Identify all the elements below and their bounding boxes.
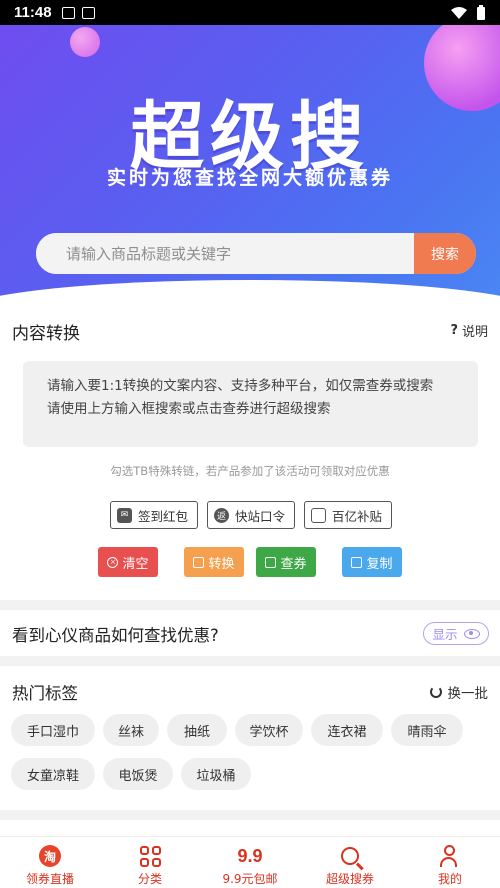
category-icon xyxy=(139,845,161,867)
coupon-icon xyxy=(265,556,277,568)
hero-banner: 超级搜 实时为您查找全网大额优惠券 搜索 xyxy=(0,25,500,305)
status-indicators xyxy=(450,4,486,21)
search-bar: 搜索 xyxy=(36,233,476,274)
copy-icon xyxy=(351,556,363,568)
nine-nine-icon: 9.9 xyxy=(237,845,263,866)
nav-label: 9.9元包邮 xyxy=(222,872,278,886)
button-label: 转换 xyxy=(208,556,235,572)
option-label: 百亿补贴 xyxy=(332,508,383,524)
subsidy-icon xyxy=(311,507,327,523)
convert-hint: 勾选TB特殊转链，若产品参加了该活动可领取对应优惠 xyxy=(110,464,390,478)
red-envelope-icon: ✉ xyxy=(117,507,132,523)
show-toggle[interactable]: 显示 xyxy=(423,622,489,645)
convert-icon xyxy=(193,556,205,568)
hot-tag[interactable]: 晴雨伞 xyxy=(391,714,463,746)
help-label: 说明 xyxy=(461,325,488,340)
profile-icon xyxy=(439,845,461,867)
content-convert-card: 内容转换 ? 说明 请输入要1:1转换的文案内容、支持多种平台，如仅需查券或搜索… xyxy=(0,305,500,600)
hot-tag[interactable]: 女童凉鞋 xyxy=(11,758,95,790)
hot-tag[interactable]: 丝袜 xyxy=(103,714,159,746)
hot-tag[interactable]: 抽纸 xyxy=(167,714,227,746)
battery-icon xyxy=(477,4,485,20)
nav-coupon-live[interactable]: 淘 领券直播 xyxy=(0,837,100,888)
convert-options: ✉ 签到红包 返 快站口令 百亿补贴 xyxy=(110,501,393,529)
copy-button[interactable]: 复制 xyxy=(342,547,402,577)
nav-label: 超级搜券 xyxy=(325,872,374,886)
action-buttons: × 清空 转换 查券 复制 xyxy=(98,547,402,577)
hot-tag[interactable]: 连衣裙 xyxy=(311,714,383,746)
app-screen: 11:48 超级搜 实时为您查找全网大额优惠券 搜索 内容转换 ? 说明 请输入… xyxy=(0,0,500,888)
app-notification-icon xyxy=(81,6,95,19)
option-fast-station[interactable]: 返 快站口令 xyxy=(207,501,296,529)
option-label: 签到红包 xyxy=(138,508,189,524)
question-icon: ? xyxy=(450,323,458,338)
button-label: 查券 xyxy=(280,556,307,572)
nav-nine-nine[interactable]: 9.9 9.9元包邮 xyxy=(200,837,300,888)
decor-bubble xyxy=(70,27,100,57)
hot-tag[interactable]: 学饮杯 xyxy=(235,714,303,746)
option-sign-in-envelope[interactable]: ✉ 签到红包 xyxy=(110,501,199,529)
refresh-tags-button[interactable]: 换一批 xyxy=(429,682,489,702)
refresh-label: 换一批 xyxy=(447,686,489,702)
convert-textarea[interactable]: 请输入要1:1转换的文案内容、支持多种平台，如仅需查券或搜索 请使用上方输入框搜… xyxy=(23,361,478,447)
nav-label: 分类 xyxy=(137,872,162,886)
nav-label: 领券直播 xyxy=(25,872,74,886)
nav-category[interactable]: 分类 xyxy=(100,837,200,888)
hero-wave xyxy=(0,280,500,305)
nav-profile[interactable]: 我的 xyxy=(400,837,500,888)
find-deals-title: 看到心仪商品如何查找优惠? xyxy=(12,626,219,645)
button-label: 清空 xyxy=(122,556,149,572)
hot-tags-card: 热门标签 换一批 手口湿巾 丝袜 抽纸 学饮杯 连衣裙 晴雨伞 女童凉鞋 电饭煲… xyxy=(0,666,500,810)
hot-tag[interactable]: 手口湿巾 xyxy=(11,714,95,746)
option-label: 快站口令 xyxy=(235,508,286,524)
bottom-nav: 淘 领券直播 分类 9.9 9.9元包邮 超级搜券 我的 xyxy=(0,836,500,888)
show-label: 显示 xyxy=(432,627,458,642)
hot-tag[interactable]: 垃圾桶 xyxy=(181,758,251,790)
help-link[interactable]: ? 说明 xyxy=(450,321,488,340)
hot-tag[interactable]: 电饭煲 xyxy=(103,758,173,790)
status-bar: 11:48 xyxy=(0,0,500,25)
section-title: 内容转换 xyxy=(12,324,80,344)
taobao-icon: 淘 xyxy=(39,845,61,867)
button-label: 复制 xyxy=(366,556,393,572)
search-icon xyxy=(341,847,359,865)
find-deals-card[interactable]: 看到心仪商品如何查找优惠? 显示 xyxy=(0,610,500,656)
check-coupon-button[interactable]: 查券 xyxy=(256,547,316,577)
clear-button[interactable]: × 清空 xyxy=(98,547,158,577)
convert-button[interactable]: 转换 xyxy=(184,547,244,577)
nav-label: 我的 xyxy=(437,872,462,886)
nav-super-search[interactable]: 超级搜券 xyxy=(300,837,400,888)
hot-tags-title: 热门标签 xyxy=(12,684,78,703)
hero-subtitle: 实时为您查找全网大额优惠券 xyxy=(106,167,393,189)
refresh-icon xyxy=(429,686,442,698)
eye-icon xyxy=(463,628,480,639)
bottom-spacer xyxy=(0,820,500,836)
search-input[interactable] xyxy=(36,233,414,274)
status-time: 11:48 xyxy=(14,4,52,21)
fast-station-icon: 返 xyxy=(214,507,230,523)
wifi-icon xyxy=(451,6,467,19)
gallery-notification-icon xyxy=(61,6,75,19)
search-button[interactable]: 搜索 xyxy=(414,233,476,274)
clear-icon: × xyxy=(107,556,119,568)
option-subsidy[interactable]: 百亿补贴 xyxy=(304,501,393,529)
